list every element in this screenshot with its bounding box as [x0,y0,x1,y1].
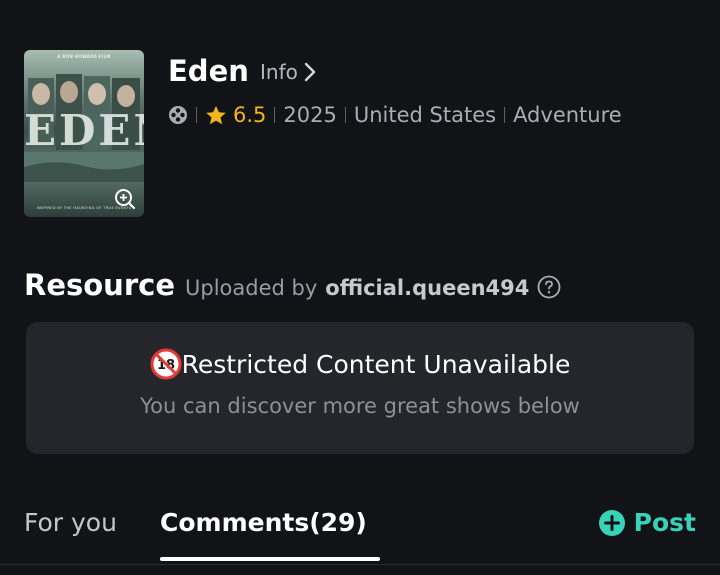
restricted-content-card: 18 Restricted Content Unavailable You ca… [26,322,694,454]
plus-circle-icon [598,509,625,536]
movie-detail-page: A RON HOWARD FILM EDEN INSPIRED BY THE H… [0,0,720,575]
tab-for-you[interactable]: For you [24,508,117,537]
film-reel-icon [169,106,187,124]
meta-separator [504,107,506,123]
meta-separator [274,107,276,123]
movie-title: Eden [168,54,249,88]
resource-title: Resource [24,268,175,302]
movie-country: United States [353,103,497,127]
poster-credit: A RON HOWARD FILM [57,54,111,59]
movie-year: 2025 [283,103,337,127]
question-circle-icon[interactable] [537,275,561,299]
tab-comments[interactable]: Comments(29) [160,508,367,537]
chevron-right-icon [304,62,316,82]
restricted-title-row: 18 Restricted Content Unavailable [26,348,694,380]
poster-title: EDEN [24,106,144,155]
info-link[interactable]: Info [260,60,316,84]
movie-poster[interactable]: A RON HOWARD FILM EDEN INSPIRED BY THE H… [24,50,144,217]
movie-meta: 6.5 2025 United States Adventure [168,103,622,127]
post-button-label: Post [633,508,696,537]
no-18-icon: 18 [150,348,182,380]
info-link-label: Info [260,60,298,84]
restricted-subtitle: You can discover more great shows below [140,394,580,418]
meta-separator [344,107,346,123]
movie-genre: Adventure [513,103,622,127]
post-button[interactable]: Post [598,508,696,537]
star-icon [206,105,226,124]
tabs-divider [0,564,720,565]
uploaded-by-label: Uploaded by [185,276,318,300]
resource-header: Resource Uploaded by official.queen494 [24,268,561,302]
restricted-title: Restricted Content Unavailable [181,349,571,379]
active-tab-indicator [160,557,380,561]
meta-separator [196,107,197,123]
zoom-in-icon[interactable] [114,188,136,210]
uploader-name[interactable]: official.queen494 [325,276,529,300]
movie-rating: 6.5 [233,103,267,127]
